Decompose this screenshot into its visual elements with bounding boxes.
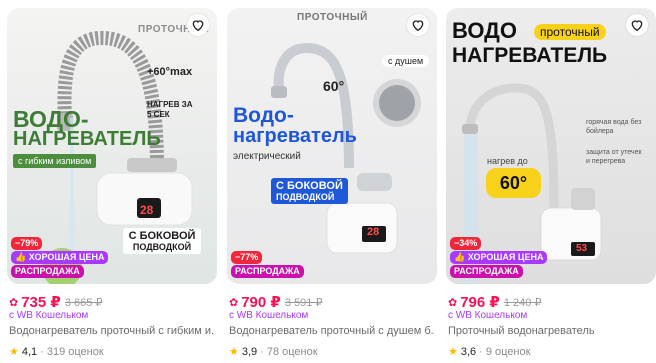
product-card[interactable]: ВОДО проточный НАГРЕВАТЕЛЬ нагрев до 60°… <box>446 0 656 363</box>
thumb-icon: 👍 <box>15 252 29 262</box>
discount-badge: −77% <box>231 251 263 264</box>
star-icon: ★ <box>448 346 458 358</box>
price-row: ✿ 796 ₽ 1 240 ₽ <box>448 293 541 311</box>
favorite-button[interactable] <box>626 14 648 36</box>
sale-badge: РАСПРОДАЖА <box>11 265 84 278</box>
rating: ★ 3,6 · 9 оценок <box>448 345 531 359</box>
image-subtitle: электрический <box>233 151 301 162</box>
wallet-note: с WB Кошельком <box>448 310 528 321</box>
product-title[interactable]: Водонагреватель проточный с душем б... <box>229 325 435 337</box>
price-row: ✿ 735 ₽ 3 665 ₽ <box>9 293 102 311</box>
product-title[interactable]: Водонагреватель проточный с гибким и... <box>9 325 215 337</box>
current-price: ✿ 790 ₽ <box>229 294 281 311</box>
product-grid: ПРОТОЧНЫЙ +60°max НАГРЕВ ЗА 5 СЕК ВОДО- … <box>0 0 656 363</box>
wallet-icon: ✿ <box>229 296 239 309</box>
product-card[interactable]: ПРОТОЧНЫЙ +60°max НАГРЕВ ЗА 5 СЕК ВОДО- … <box>7 0 217 363</box>
favorite-button[interactable] <box>187 14 209 36</box>
old-price: 1 240 ₽ <box>503 296 542 309</box>
image-temp-label: +60°max <box>147 66 193 78</box>
star-icon: ★ <box>9 346 19 358</box>
image-temp-badge: 60° <box>486 168 541 198</box>
image-headline-1: ВОДО <box>452 18 517 43</box>
image-note-1: горячая вода без бойлера <box>586 119 642 135</box>
image-shower-label: с душем <box>382 55 430 67</box>
image-display-value: 53 <box>576 243 588 254</box>
image-top-label: ПРОТОЧНЫЙ <box>297 12 368 23</box>
image-headline-2: НАГРЕВАТЕЛЬ <box>452 44 608 67</box>
image-side-badge: С БОКОВОЙ ПОДВОДКОЙ <box>271 178 348 204</box>
heart-icon <box>412 20 424 32</box>
image-headline-2: НАГРЕВАТЕЛЬ <box>13 128 161 150</box>
product-title[interactable]: Проточный водонагреватель <box>448 325 654 337</box>
image-tag: проточный <box>534 24 606 40</box>
sale-badge: РАСПРОДАЖА <box>450 265 523 278</box>
wallet-icon: ✿ <box>9 296 19 309</box>
rating: ★ 4,1 · 319 оценок <box>9 345 104 359</box>
wallet-note: с WB Кошельком <box>9 310 89 321</box>
current-price: ✿ 796 ₽ <box>448 294 500 311</box>
review-count[interactable]: 319 оценок <box>47 346 104 358</box>
current-price: ✿ 735 ₽ <box>9 294 61 311</box>
product-image[interactable]: ПРОТОЧНЫЙ с душем 60° Водо- нагреватель … <box>227 8 437 284</box>
heart-icon <box>192 20 204 32</box>
review-count[interactable]: 9 оценок <box>486 346 531 358</box>
sale-badge: РАСПРОДАЖА <box>231 265 304 278</box>
image-note-2: защита от утечек и перегрева <box>586 149 642 165</box>
good-price-badge: 👍 ХОРОШАЯ ЦЕНА <box>450 251 548 264</box>
star-icon: ★ <box>229 346 239 358</box>
review-count[interactable]: 78 оценок <box>267 346 318 358</box>
discount-badge: −79% <box>11 237 43 250</box>
image-temp-label: 60° <box>323 78 345 94</box>
product-card[interactable]: ПРОТОЧНЫЙ с душем 60° Водо- нагреватель … <box>227 0 437 363</box>
image-headline-2: нагреватель <box>233 125 357 147</box>
image-heat-label: нагрев до <box>487 156 528 166</box>
image-heat-note: НАГРЕВ ЗА 5 СЕК <box>147 100 193 119</box>
discount-badge: −34% <box>450 237 482 250</box>
image-display-value: 28 <box>367 226 380 238</box>
rating: ★ 3,9 · 78 оценок <box>229 345 318 359</box>
image-tag: с гибким изливом <box>13 154 97 168</box>
image-display-value: 28 <box>140 203 154 217</box>
wallet-icon: ✿ <box>448 296 458 309</box>
product-image[interactable]: ПРОТОЧНЫЙ +60°max НАГРЕВ ЗА 5 СЕК ВОДО- … <box>7 8 217 284</box>
product-image[interactable]: ВОДО проточный НАГРЕВАТЕЛЬ нагрев до 60°… <box>446 8 656 284</box>
wallet-note: с WB Кошельком <box>229 310 309 321</box>
old-price: 3 665 ₽ <box>64 296 103 309</box>
heart-icon <box>631 20 643 32</box>
good-price-badge: 👍 ХОРОШАЯ ЦЕНА <box>11 251 109 264</box>
price-row: ✿ 790 ₽ 3 591 ₽ <box>229 293 322 311</box>
image-side-badge: С БОКОВОЙ ПОДВОДКОЙ <box>123 228 201 254</box>
old-price: 3 591 ₽ <box>284 296 323 309</box>
favorite-button[interactable] <box>407 14 429 36</box>
thumb-icon: 👍 <box>454 252 468 262</box>
